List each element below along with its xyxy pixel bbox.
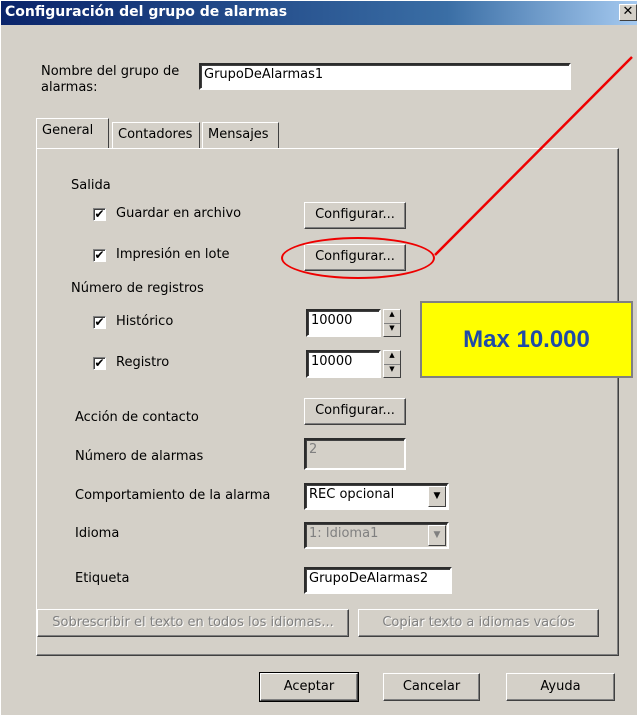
alarm-group-dialog: Configuración del grupo de alarmas ✕ Nom… (0, 0, 637, 715)
tab-label: General (42, 123, 94, 138)
max-value-callout: Max 10.000 (420, 301, 633, 378)
tab-general[interactable]: General (36, 118, 109, 148)
arrow-line (434, 56, 633, 256)
